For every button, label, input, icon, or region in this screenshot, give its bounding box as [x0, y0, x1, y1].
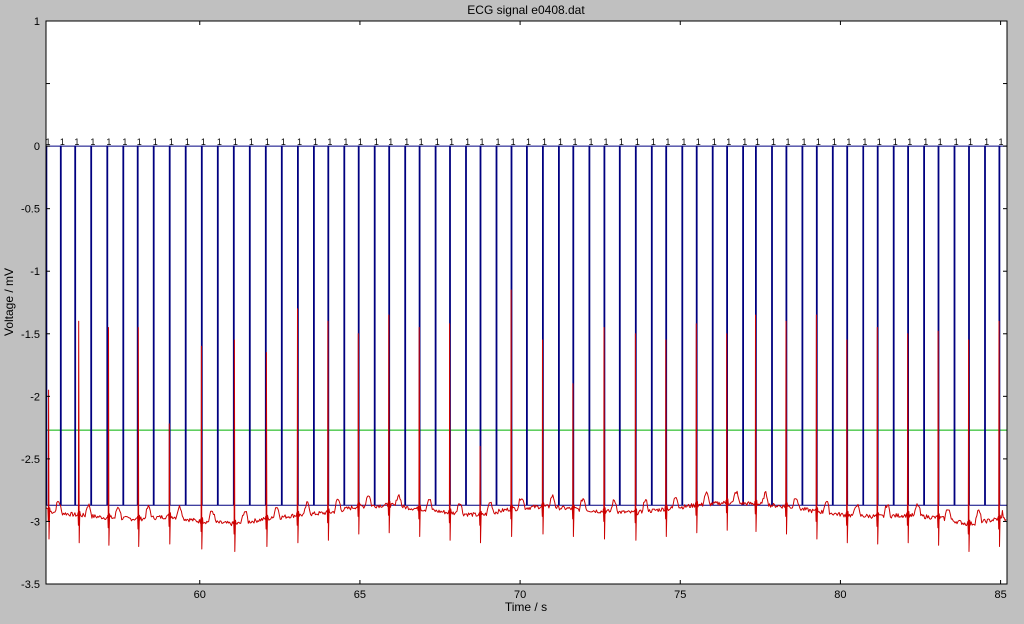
peak-marker-label: 1	[374, 137, 379, 147]
peak-marker-label: 1	[696, 137, 701, 147]
peak-marker-label: 1	[558, 137, 563, 147]
peak-marker-label: 1	[681, 137, 686, 147]
peak-marker-label: 1	[572, 137, 577, 147]
peak-marker-label: 1	[233, 137, 238, 147]
y-tick-label: -2.5	[21, 454, 40, 466]
peak-marker-label: 1	[249, 137, 254, 147]
y-tick-label: 0	[34, 141, 40, 153]
peak-marker-label: 1	[90, 137, 95, 147]
peak-marker-label: 1	[313, 137, 318, 147]
peak-marker-label: 1	[938, 137, 943, 147]
peak-marker-label: 1	[465, 137, 470, 147]
x-tick-label: 75	[674, 589, 686, 601]
peak-marker-label: 1	[588, 137, 593, 147]
peak-marker-label: 1	[785, 137, 790, 147]
peak-marker-label: 1	[153, 137, 158, 147]
peak-marker-label: 1	[60, 137, 65, 147]
peak-marker-label: 1	[281, 137, 286, 147]
x-tick-label: 80	[834, 589, 846, 601]
y-tick-label: -1.5	[21, 329, 40, 341]
peak-marker-label: 1	[169, 137, 174, 147]
peak-marker-label: 1	[449, 137, 454, 147]
ecg-chart: 1111111111111111111111111111111111111111…	[0, 0, 1024, 619]
peak-marker-label: 1	[651, 137, 656, 147]
peak-marker-label: 1	[771, 137, 776, 147]
y-tick-label: -3.5	[21, 579, 40, 591]
y-tick-label: -2	[30, 391, 40, 403]
peak-marker-label: 1	[712, 137, 717, 147]
peak-marker-label: 1	[801, 137, 806, 147]
peak-marker-label: 1	[404, 137, 409, 147]
y-tick-label: -0.5	[21, 204, 40, 216]
peak-marker-label: 1	[106, 137, 111, 147]
peak-marker-label: 1	[297, 137, 302, 147]
peak-marker-label: 1	[984, 137, 989, 147]
peak-marker-label: 1	[998, 137, 1003, 147]
peak-marker-label: 1	[755, 137, 760, 147]
peak-marker-label: 1	[923, 137, 928, 147]
peak-marker-label: 1	[122, 137, 127, 147]
x-tick-label: 85	[994, 589, 1006, 601]
peak-marker-label: 1	[137, 137, 142, 147]
x-axis-label: Time / s	[505, 600, 547, 614]
peak-marker-label: 1	[265, 137, 270, 147]
peak-marker-label: 1	[358, 137, 363, 147]
peak-marker-label: 1	[419, 137, 424, 147]
peak-marker-label: 1	[511, 137, 516, 147]
peak-marker-label: 1	[635, 137, 640, 147]
peak-marker-label: 1	[742, 137, 747, 147]
x-tick-label: 65	[354, 589, 366, 601]
y-tick-label: -1	[30, 266, 40, 278]
peak-marker-label: 1	[217, 137, 222, 147]
peak-marker-label: 1	[907, 137, 912, 147]
peak-marker-label: 1	[327, 137, 332, 147]
peak-marker-label: 1	[832, 137, 837, 147]
peak-marker-label: 1	[846, 137, 851, 147]
y-axis-label: Voltage / mV	[2, 268, 16, 336]
peak-marker-label: 1	[877, 137, 882, 147]
peak-marker-label: 1	[343, 137, 348, 147]
peak-marker-label: 1	[201, 137, 206, 147]
peak-marker-label: 1	[388, 137, 393, 147]
peak-marker-label: 1	[665, 137, 670, 147]
peak-marker-label: 1	[435, 137, 440, 147]
peak-marker-label: 1	[954, 137, 959, 147]
peak-marker-label: 1	[619, 137, 624, 147]
peak-marker-label: 1	[185, 137, 190, 147]
chart-title: ECG signal e0408.dat	[467, 3, 585, 17]
peak-marker-label: 1	[862, 137, 867, 147]
peak-marker-label: 1	[816, 137, 821, 147]
peak-marker-label: 1	[496, 137, 501, 147]
peak-marker-label: 1	[480, 137, 485, 147]
y-tick-label: 1	[34, 16, 40, 28]
x-tick-label: 60	[194, 589, 206, 601]
ecg-chart-svg: 1111111111111111111111111111111111111111…	[0, 0, 1024, 619]
peak-marker-label: 1	[893, 137, 898, 147]
peak-marker-label: 1	[968, 137, 973, 147]
peak-marker-label: 1	[542, 137, 547, 147]
peak-marker-label: 1	[726, 137, 731, 147]
peak-marker-label: 1	[74, 137, 79, 147]
peak-marker-label: 1	[526, 137, 531, 147]
peak-marker-label: 1	[604, 137, 609, 147]
y-tick-label: -3	[30, 516, 40, 528]
